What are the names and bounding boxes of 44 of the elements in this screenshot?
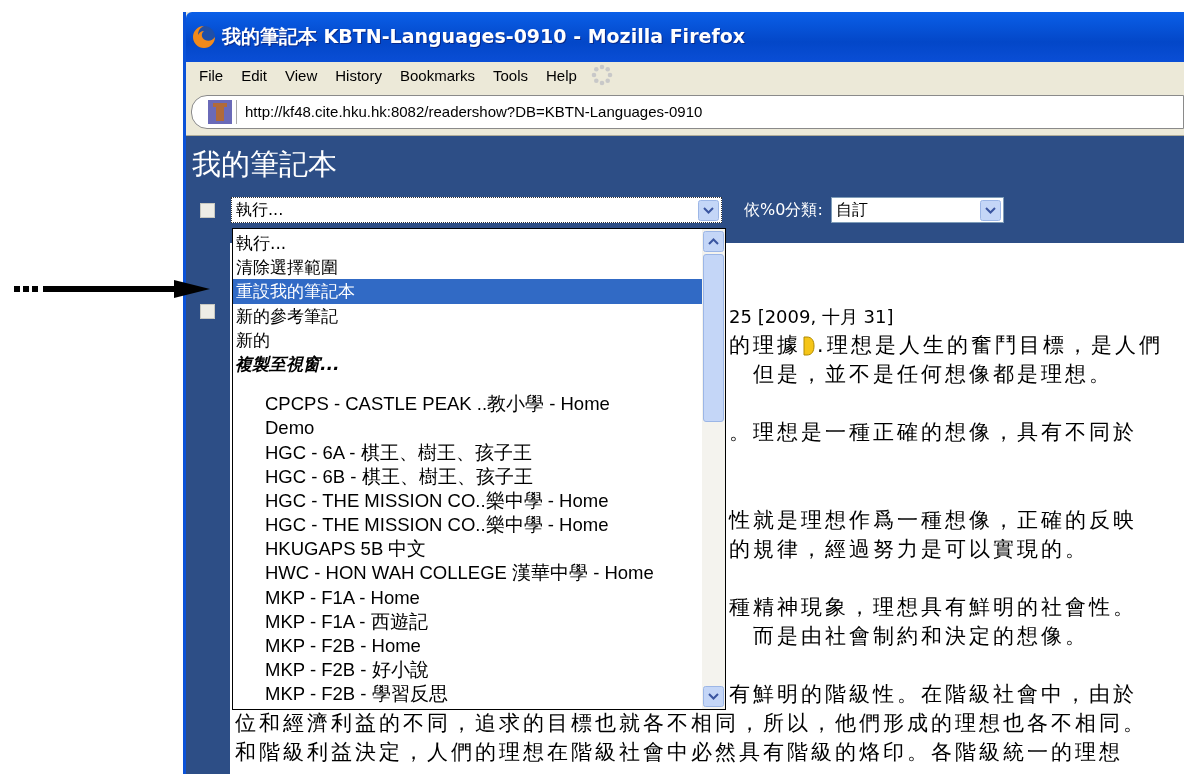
action-select[interactable]: 執行... — [231, 197, 722, 223]
dropdown-option[interactable]: HWC - HON WAH COLLEGE 漢華中學 - Home — [233, 561, 702, 586]
window-title: 我的筆記本 KBTN-Languages-0910 - Mozilla Firefox — [222, 24, 745, 49]
dropdown-option[interactable]: HGC - THE MISSION CO..樂中學 - Home — [233, 513, 702, 538]
dropdown-option[interactable]: 清除選擇範圍 — [233, 255, 702, 280]
menu-item[interactable]: Tools — [484, 64, 537, 86]
note-text: .理想是人生的奮鬥目標，是人們 — [817, 332, 1163, 359]
menu-item[interactable]: Edit — [232, 64, 277, 86]
dropdown-option[interactable]: 執行... — [233, 231, 702, 256]
dropdown-option[interactable]: MKP - F2B - 學習反思 — [233, 682, 702, 707]
note-text: 的理據 — [729, 332, 801, 359]
note-text: 但是，並不是任何想像都是理想。 — [752, 361, 1113, 388]
note-text: 種精神現象，理想具有鮮明的社會性。 — [729, 594, 1137, 621]
address-field[interactable]: http://kf48.cite.hku.hk:8082/readershow?DB=KBTN-Languages-0910 — [191, 94, 1184, 129]
dropdown-option[interactable]: MKP - F2B - 好小說 — [233, 658, 702, 683]
dropdown-option[interactable]: HGC - 6B - 棋王、樹王、孩子王 — [233, 464, 702, 489]
note-text: 。理想是一種正確的想像，具有不同於 — [729, 419, 1137, 446]
note-text: 25 [2009, 十月 31] — [729, 305, 894, 329]
dropdown-option[interactable]: Demo — [233, 416, 702, 441]
dropdown-option[interactable]: HGC - 6A - 棋王、樹王、孩子王 — [233, 440, 702, 465]
menu-item[interactable]: Bookmarks — [390, 64, 484, 86]
dropdown-option[interactable]: MKP - F2B - Home — [233, 634, 702, 659]
dropdown-option[interactable]: CPCPS - CASTLE PEAK ..教小學 - Home — [233, 392, 702, 417]
note-text: 有鮮明的階級性。在階級社會中，由於 — [729, 681, 1137, 708]
note-text: 的規律，經過努力是可以實現的。 — [729, 536, 1089, 563]
sort-label: 依%0分類: — [744, 199, 823, 221]
note-text: 和階級利益決定，人們的理想在階級社會中必然具有階級的烙印。各階級統一的理想 — [235, 739, 1123, 766]
menu-item[interactable]: View — [276, 64, 327, 86]
dropdown-option[interactable]: MKP - F1A - 西遊記 — [233, 609, 702, 634]
group-label: 複製至視窗... — [234, 352, 341, 376]
menu-item[interactable]: File — [190, 64, 233, 86]
menu-item[interactable]: History — [326, 64, 391, 86]
dropdown-option[interactable]: 重設我的筆記本 — [233, 279, 702, 304]
dropdown-option[interactable]: MKP - F1A - Home — [233, 585, 702, 610]
dropdown-option[interactable]: 新的 — [233, 327, 702, 352]
dropdown-option[interactable]: 新的參考筆記 — [233, 303, 702, 328]
note-text: 性就是理想作爲一種想像，正確的反映 — [729, 507, 1137, 534]
menu-item[interactable]: Help — [537, 64, 586, 86]
note-text: 而是由社會制約和決定的想像。 — [752, 623, 1089, 650]
dropdown-option[interactable]: HKUGAPS 5B 中文 — [233, 537, 702, 562]
page-title: 我的筆記本 — [191, 146, 338, 183]
dropdown-option[interactable]: HGC - THE MISSION CO..樂中學 - Home — [233, 488, 702, 514]
sort-select[interactable]: 自訂 — [830, 197, 1004, 223]
note-text: 位和經濟利益的不同，追求的目標也就各不相同，所以，他們形成的理想也各不相同。 — [235, 710, 1147, 737]
